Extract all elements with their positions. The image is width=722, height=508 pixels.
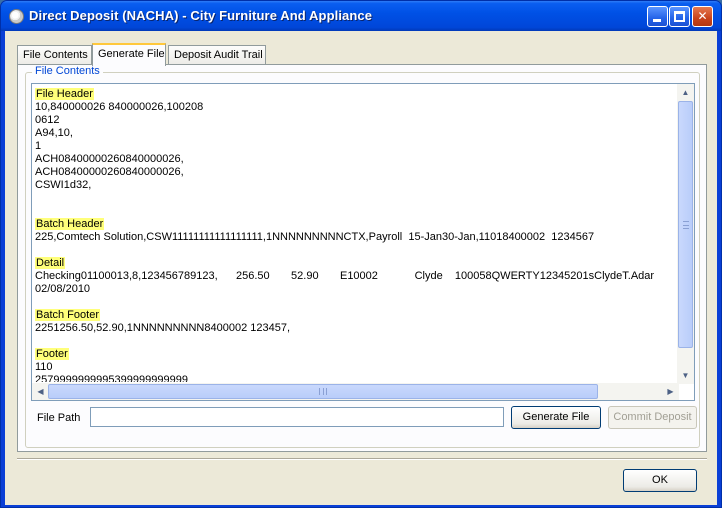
detail-label: Detail <box>35 257 66 269</box>
batch-footer-label: Batch Footer <box>35 309 100 321</box>
window-title: Direct Deposit (NACHA) - City Furniture … <box>29 8 373 23</box>
scroll-left-icon[interactable]: ◀ <box>32 383 49 400</box>
footer-label: Footer <box>35 348 69 360</box>
generate-file-button[interactable]: Generate File <box>511 406 601 429</box>
scroll-down-icon[interactable]: ▼ <box>677 367 694 384</box>
batch-footer-lines: 2251256.50,52.90,1NNNNNNNNN8400002 12345… <box>35 322 291 334</box>
app-icon <box>9 9 24 24</box>
file-contents-textarea[interactable]: File Header 10,840000026 840000026,10020… <box>31 83 695 401</box>
footer-lines: 110 2579999999995399999999999 <box>35 361 188 382</box>
horizontal-scroll-thumb[interactable] <box>48 384 598 399</box>
horizontal-scrollbar[interactable]: ◀ ▶ <box>32 383 679 400</box>
scroll-right-icon[interactable]: ▶ <box>662 383 679 400</box>
batch-header-label: Batch Header <box>35 218 105 230</box>
tab-file-contents[interactable]: File Contents <box>17 45 92 65</box>
file-header-label: File Header <box>35 88 94 100</box>
maximize-button[interactable] <box>669 6 690 27</box>
detail-lines: Checking01100013,8,123456789123, 256.50 … <box>35 270 655 295</box>
vertical-scroll-thumb[interactable] <box>678 101 693 348</box>
file-contents-group: File Contents File Header 10,840000026 8… <box>25 65 700 448</box>
minimize-icon <box>653 19 661 22</box>
grip-icon <box>319 388 327 395</box>
file-contents-text: File Header 10,840000026 840000026,10020… <box>35 88 675 382</box>
vertical-scrollbar[interactable]: ▲ ▼ <box>677 84 694 384</box>
minimize-button[interactable] <box>647 6 668 27</box>
batch-header-lines: 225,Comtech Solution,CSW1111111111111111… <box>35 231 595 243</box>
scroll-up-icon[interactable]: ▲ <box>677 84 694 101</box>
dialog-window: Direct Deposit (NACHA) - City Furniture … <box>0 0 722 508</box>
ok-button[interactable]: OK <box>623 469 697 492</box>
commit-deposit-button[interactable]: Commit Deposit <box>608 406 697 429</box>
grip-icon <box>683 221 689 229</box>
generate-file-panel: File Contents File Header 10,840000026 8… <box>17 64 707 452</box>
close-button[interactable]: ✕ <box>692 6 713 27</box>
tab-generate-file[interactable]: Generate File <box>92 43 166 66</box>
file-path-input[interactable]: ··· <box>90 407 568 427</box>
group-legend: File Contents <box>32 65 103 77</box>
tab-deposit-audit-trail[interactable]: Deposit Audit Trail <box>168 45 266 65</box>
close-icon: ✕ <box>697 9 708 23</box>
title-bar[interactable]: Direct Deposit (NACHA) - City Furniture … <box>1 1 721 31</box>
footer-divider <box>17 458 707 460</box>
file-path-label: File Path <box>37 412 81 424</box>
dialog-client-area: File Contents Generate File Deposit Audi… <box>5 31 717 505</box>
file-header-lines: 10,840000026 840000026,100208 0612 A94,1… <box>35 101 204 191</box>
maximize-icon <box>674 11 685 22</box>
